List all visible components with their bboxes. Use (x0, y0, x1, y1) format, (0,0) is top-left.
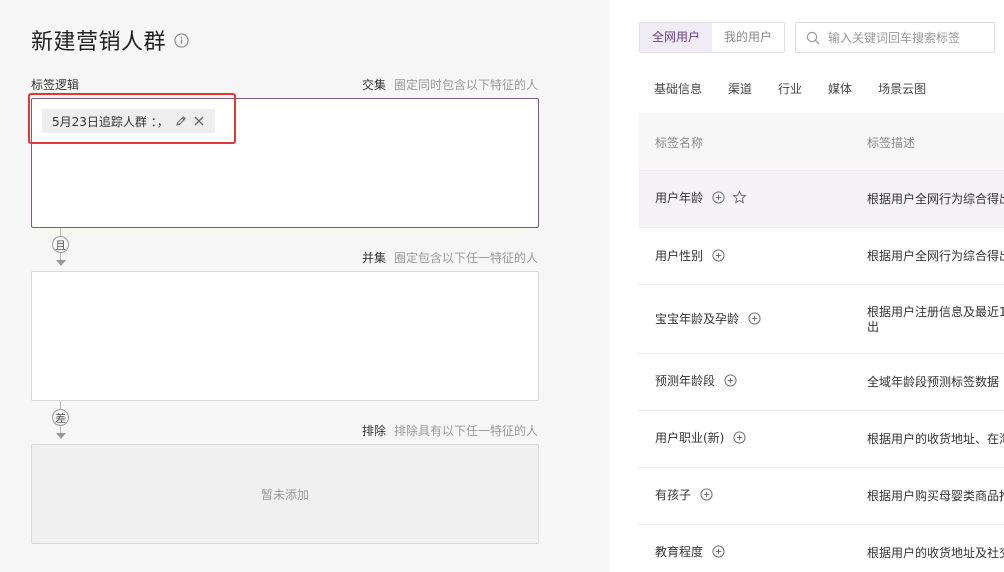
crowd-builder-panel: 新建营销人群 标签逻辑 交集 圈定同时包含以下特征的人 5月23日追踪人群 ：， … (0, 0, 609, 572)
table-row[interactable]: 用户性别 根据用户全网行为综合得出 (639, 228, 1004, 285)
empty-placeholder: 暂未添加 (260, 487, 309, 502)
edit-icon[interactable] (175, 115, 187, 127)
tag-name: 教育程度 (655, 545, 704, 559)
table-row[interactable]: 教育程度 根据用户的收货地址及社交 (639, 525, 1004, 572)
close-icon[interactable] (193, 115, 205, 127)
tag-desc: 根据用户购买母婴类商品推 (867, 489, 1004, 503)
add-circle-icon[interactable] (724, 374, 737, 387)
table-row[interactable]: 预测年龄段 全域年龄段预测标签数据 (639, 354, 1004, 411)
and-connector-circle: 且 (52, 236, 69, 253)
intersection-title: 交集 (361, 78, 386, 92)
tag-name: 宝宝年龄及孕龄 (655, 312, 740, 326)
union-header: 并集 圈定包含以下任一特征的人 (362, 249, 538, 266)
tab-industry[interactable]: 行业 (778, 80, 802, 97)
tab-scene-cloud[interactable]: 场景云图 (878, 80, 926, 97)
tab-channel[interactable]: 渠道 (728, 80, 752, 97)
add-circle-icon[interactable] (700, 488, 713, 501)
table-row[interactable]: 宝宝年龄及孕龄 根据用户注册信息及最近1 出 (639, 285, 1004, 354)
table-row[interactable]: 有孩子 根据用户购买母婴类商品推 (639, 468, 1004, 525)
tag-name: 用户年龄 (655, 191, 704, 205)
union-title: 并集 (361, 251, 386, 265)
tag-desc: 根据用户注册信息及最近1 出 (867, 305, 1004, 334)
union-desc: 圈定包含以下任一特征的人 (393, 251, 538, 265)
add-circle-icon[interactable] (712, 191, 725, 204)
tag-library-panel: 全网用户 我的用户 基础信息 渠道 行业 媒体 场景云图 标签名称 标签描述 用… (609, 0, 1004, 572)
union-dropzone[interactable] (31, 271, 539, 401)
selected-tag-label: 5月23日追踪人群 ：， (52, 114, 169, 129)
exclude-dropzone[interactable]: 暂未添加 (31, 444, 539, 544)
tag-search-box (795, 22, 995, 53)
exclude-desc: 排除具有以下任一特征的人 (393, 424, 538, 438)
tag-desc: 根据用户全网行为综合得出 (867, 192, 1004, 206)
tag-desc: 根据用户的收货地址、在淘 (867, 432, 1004, 446)
tag-name: 用户性别 (655, 249, 704, 263)
diff-connector: 差 (52, 401, 70, 441)
column-header-name: 标签名称 (655, 136, 704, 150)
exclude-header: 排除 排除具有以下任一特征的人 (362, 422, 538, 439)
tab-media[interactable]: 媒体 (828, 80, 852, 97)
table-row[interactable]: 用户职业(新) 根据用户的收货地址、在淘 (639, 411, 1004, 468)
tab-all-users[interactable]: 全网用户 (640, 23, 713, 52)
and-connector: 且 (52, 228, 70, 268)
info-icon[interactable] (174, 33, 189, 48)
intersection-desc: 圈定同时包含以下特征的人 (393, 78, 538, 92)
tag-name: 预测年龄段 (655, 374, 716, 388)
intersection-header: 交集 圈定同时包含以下特征的人 (362, 76, 538, 93)
tag-desc: 根据用户全网行为综合得出 (867, 249, 1004, 263)
diff-connector-circle: 差 (52, 409, 69, 426)
tag-search-input[interactable] (828, 30, 988, 45)
star-icon[interactable] (732, 190, 747, 205)
column-header-desc: 标签描述 (867, 136, 916, 150)
tab-my-users[interactable]: 我的用户 (712, 23, 785, 52)
user-scope-toggle: 全网用户 我的用户 (639, 22, 786, 53)
tag-logic-label: 标签逻辑 (31, 78, 80, 92)
search-icon (806, 31, 820, 44)
tag-name: 用户职业(新) (655, 431, 725, 445)
table-row[interactable]: 用户年龄 根据用户全网行为综合得出 (639, 171, 1004, 228)
exclude-title: 排除 (361, 424, 386, 438)
add-circle-icon[interactable] (748, 312, 761, 325)
add-circle-icon[interactable] (712, 249, 725, 262)
arrow-down-icon (56, 433, 66, 439)
tag-table-body: 用户年龄 根据用户全网行为综合得出 用户性别 根据用户全网行为综合得出 宝宝年龄… (639, 171, 1004, 572)
intersection-dropzone[interactable]: 5月23日追踪人群 ：， (31, 98, 539, 228)
tag-desc: 根据用户的收货地址及社交 (867, 546, 1004, 560)
add-circle-icon[interactable] (733, 431, 746, 444)
add-circle-icon[interactable] (712, 545, 725, 558)
page-title: 新建营销人群 (31, 30, 167, 55)
arrow-down-icon (56, 260, 66, 266)
category-tabs: 基础信息 渠道 行业 媒体 场景云图 (654, 80, 952, 97)
selected-tag-chip[interactable]: 5月23日追踪人群 ：， (42, 109, 215, 133)
table-header: 标签名称 标签描述 (639, 113, 1004, 171)
tab-basic-info[interactable]: 基础信息 (654, 80, 702, 97)
tag-desc: 全域年龄段预测标签数据 (867, 375, 1000, 389)
tag-name: 有孩子 (655, 488, 692, 502)
